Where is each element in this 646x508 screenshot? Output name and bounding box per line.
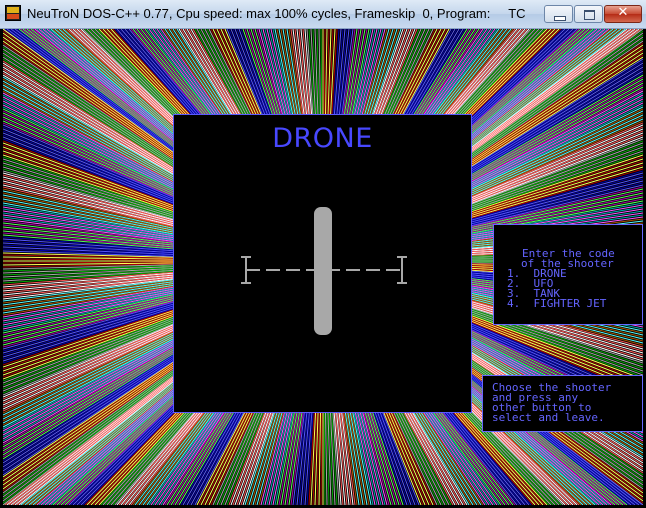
drone-body (314, 207, 332, 335)
close-button[interactable]: ✕ (604, 5, 642, 23)
minimize-icon (554, 16, 566, 21)
minimize-button[interactable] (544, 5, 573, 23)
dosbox-icon-top (7, 7, 19, 13)
dosbox-icon-bottom (7, 14, 19, 19)
close-icon: ✕ (617, 5, 629, 20)
menu-option-label: FIGHTER JET (533, 297, 607, 310)
maximize-icon (584, 10, 595, 20)
instructions-box: Choose the shooter and press any other b… (482, 375, 643, 432)
help-line: select and leave. (492, 411, 605, 424)
dosbox-icon[interactable] (5, 5, 21, 21)
dos-screen[interactable]: DRONE Enter the code of the shooter 1. D… (3, 29, 643, 505)
shooter-preview-panel: DRONE (173, 114, 472, 413)
menu-option-fighter-jet[interactable]: 4. FIGHTER JET (504, 297, 642, 310)
drone-sprite (241, 207, 407, 335)
window-title: NeuTroN DOS-C++ 0.77, Cpu speed: max 100… (27, 6, 526, 21)
maximize-button[interactable] (574, 5, 603, 23)
shooter-menu-box: Enter the code of the shooter 1. DRONE 2… (493, 224, 643, 325)
menu-option-number: 4. (507, 297, 521, 310)
title-bar[interactable]: NeuTroN DOS-C++ 0.77, Cpu speed: max 100… (0, 0, 646, 29)
